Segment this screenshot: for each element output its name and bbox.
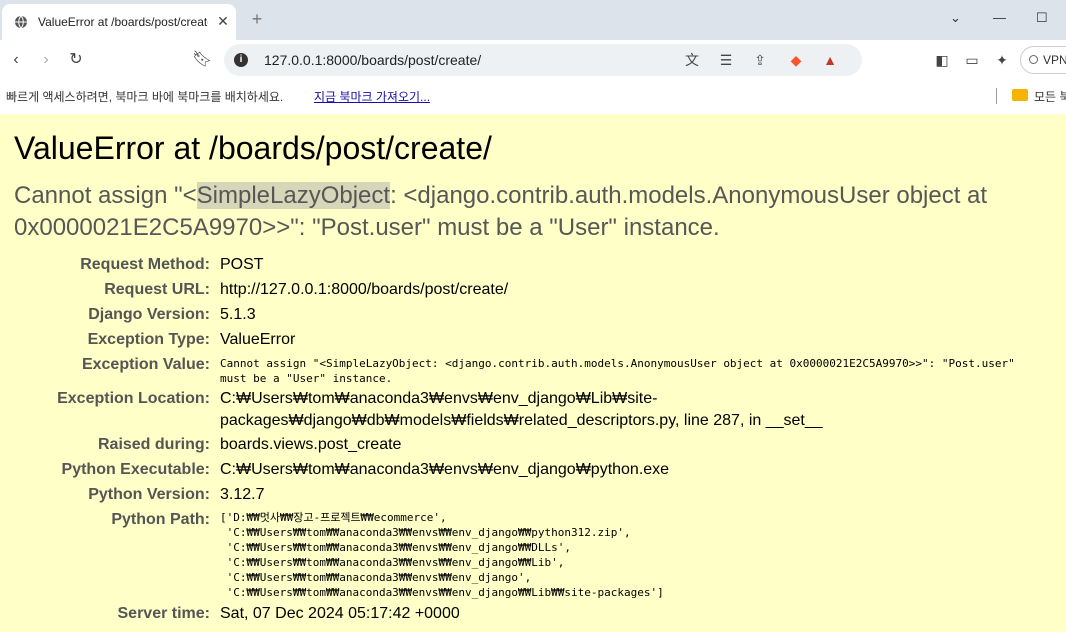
meta-key: Python Version: (88, 486, 210, 503)
address-bar[interactable]: i 127.0.0.1:8000/boards/post/create/ 文 ☰… (224, 44, 862, 76)
meta-value: http://127.0.0.1:8000/boards/post/create… (220, 281, 509, 298)
reader-mode-icon[interactable]: ☰ (716, 51, 736, 69)
error-page: ValueError at /boards/post/create/ Canno… (0, 114, 1066, 632)
translate-icon[interactable]: 文 (682, 51, 702, 69)
exception-summary-highlight: SimpleLazyObject (196, 182, 391, 209)
meta-value: boards.views.post_create (220, 436, 402, 453)
back-icon[interactable]: ‹ (6, 50, 26, 70)
new-tab-button[interactable]: + (248, 8, 266, 30)
all-bookmarks-folder[interactable]: 모든 북 (1034, 88, 1066, 105)
tab-search-icon[interactable]: ⌄ (950, 10, 961, 26)
vpn-button[interactable]: VPN (1020, 46, 1066, 74)
leo-ai-icon[interactable]: ✦ (992, 50, 1012, 70)
brave-shields-icon[interactable]: ◆ (786, 51, 806, 69)
page-title: ValueError at /boards/post/create/ (14, 130, 492, 166)
tab-title: ValueError at /boards/post/create/ (38, 15, 208, 29)
meta-value: POST (220, 256, 264, 273)
meta-value: C:₩Users₩tom₩anaconda3₩envs₩env_django₩p… (220, 461, 670, 478)
address-url[interactable]: 127.0.0.1:8000/boards/post/create/ (264, 52, 481, 68)
close-tab-icon[interactable]: ✕ (214, 12, 232, 30)
sidebar-icon[interactable]: ◧ (932, 50, 952, 70)
site-info-icon[interactable]: i (234, 53, 248, 67)
meta-key: Request Method: (80, 256, 210, 273)
meta-key: Python Path: (111, 511, 210, 528)
bookmarks-bar: 빠르게 액세스하려면, 북마크 바에 북마크를 배치하세요. 지금 북마크 가져… (0, 80, 1066, 110)
globe-icon (15, 15, 27, 29)
bookmarks-message: 빠르게 액세스하려면, 북마크 바에 북마크를 배치하세요. (6, 90, 284, 104)
meta-value: ['D:₩₩멋사₩₩장고-프로젝트₩₩ecommerce', 'C:₩₩User… (220, 511, 664, 599)
meta-key: Python Executable: (61, 461, 210, 478)
meta-key: Server time: (117, 605, 211, 622)
tab-strip: ValueError at /boards/post/create/ ✕ + ⌄… (0, 0, 1066, 40)
folder-icon[interactable] (1012, 89, 1028, 101)
minimize-icon[interactable]: — (993, 10, 1006, 25)
maximize-icon[interactable]: ☐ (1036, 10, 1048, 26)
wallet-icon[interactable]: ▭ (962, 50, 982, 70)
brave-rewards-icon[interactable]: ▲ (820, 51, 840, 69)
meta-value: C:₩Users₩tom₩anaconda3₩envs₩env_django₩L… (220, 390, 823, 429)
meta-key: Exception Value: (81, 356, 210, 373)
meta-value: 5.1.3 (220, 306, 256, 323)
import-bookmarks-link[interactable]: 지금 북마크 가져오기... (314, 88, 430, 105)
bookmark-icon[interactable]: 🔖︎ (192, 50, 212, 70)
meta-key: Request URL: (104, 281, 210, 298)
share-icon[interactable]: ⇪ (750, 51, 770, 69)
meta-key: Exception Location: (57, 390, 210, 407)
exception-summary: Cannot assign "<SimpleLazyObject: <djang… (14, 180, 1054, 244)
reload-icon[interactable]: ↻ (66, 50, 86, 70)
vpn-status-icon (1029, 55, 1038, 64)
meta-value: ValueError (220, 331, 296, 348)
forward-icon[interactable]: › (36, 50, 56, 70)
bookmarks-divider (996, 88, 997, 104)
meta-key: Django Version: (88, 306, 210, 323)
vpn-label: VPN (1043, 53, 1066, 67)
exception-summary-prefix: Cannot assign "< (14, 182, 197, 209)
active-tab[interactable]: ValueError at /boards/post/create/ ✕ (2, 4, 236, 40)
meta-value: Cannot assign "<SimpleLazyObject: <djang… (220, 357, 1015, 385)
meta-key: Raised during: (97, 436, 210, 453)
meta-value: 3.12.7 (220, 486, 265, 503)
browser-chrome: ValueError at /boards/post/create/ ✕ + ⌄… (0, 0, 1066, 114)
toolbar: ‹ › ↻ 🔖︎ i 127.0.0.1:8000/boards/post/cr… (0, 40, 1066, 80)
meta-value: Sat, 07 Dec 2024 05:17:42 +0000 (220, 605, 460, 622)
meta-key: Exception Type: (87, 331, 210, 348)
